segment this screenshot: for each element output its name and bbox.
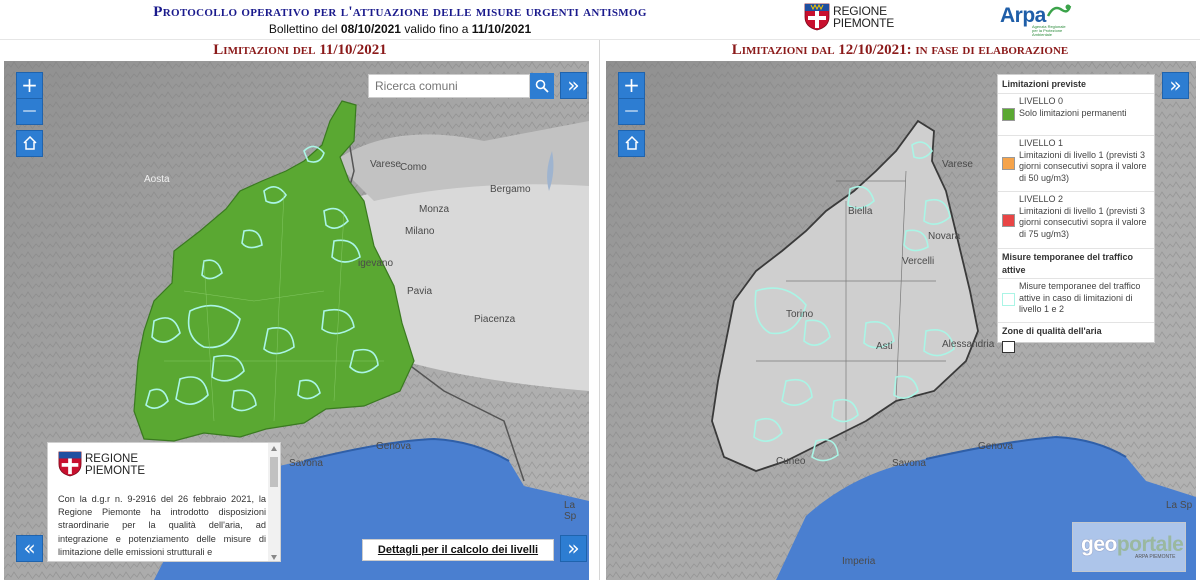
regione-piemonte-logo[interactable]: REGIONE PIEMONTE — [804, 2, 900, 34]
arpa-logo[interactable]: Arpa Agenzia Regionale per la Protezione… — [998, 2, 1078, 37]
info-logo-line2: PIEMONTE — [85, 465, 146, 477]
place-genova: Genova — [978, 441, 1014, 452]
bulletin-valid-until: 11/10/2021 — [471, 22, 532, 36]
place-como: Como — [400, 162, 427, 173]
scroll-down-arrow-icon[interactable] — [271, 555, 277, 560]
geoportale-sub: ARPA PIEMONTE — [1135, 554, 1176, 560]
info-scrollbar[interactable] — [268, 443, 280, 561]
info-popup: REGIONE PIEMONTE Con la d.g.r n. 9-2916 … — [47, 442, 281, 562]
legend-row-temp-heading: Misure temporanee del traffico attive — [998, 248, 1154, 278]
bulletin-line: Bollettino del 08/10/2021 valido fino a … — [0, 22, 800, 36]
legend-level0-desc: Solo limitazioni permanenti — [1019, 107, 1127, 118]
zoom-in-button[interactable]: + — [16, 72, 43, 99]
place-vercelli: Vercelli — [902, 256, 935, 267]
zoom-in-button[interactable]: + — [618, 72, 645, 99]
expand-details-button[interactable]: » — [560, 535, 587, 562]
left-panel-title: Limitazioni del 11/10/2021 — [213, 42, 387, 58]
place-varese: Varese — [370, 159, 401, 170]
page-title: Protocollo operativo per l'attuazione de… — [153, 4, 647, 20]
collapse-panel-button[interactable]: « — [16, 535, 43, 562]
bulletin-mid: valido fino a — [404, 22, 469, 36]
place-cuneo: Cuneo — [776, 456, 806, 467]
place-pavia: Pavia — [407, 286, 433, 297]
piemonte-shield-icon — [804, 3, 830, 31]
arpa-logo-sub: Agenzia Regionale per la Protezione Ambi… — [1032, 24, 1066, 37]
legend-temp-desc: Misure temporanee del traffico attive in… — [1019, 281, 1141, 314]
legend-swatch-level1 — [1002, 157, 1015, 170]
legend-level1-desc: Limitazioni di livello 1 (previsti 3 gio… — [1019, 149, 1147, 183]
place-bergamo: Bergamo — [490, 184, 531, 195]
place-varese: Varese — [942, 159, 973, 170]
left-map[interactable]: Varese Como Bergamo Aosta Monza Milano i… — [4, 61, 589, 580]
place-biella: Biella — [848, 206, 873, 217]
home-button[interactable] — [16, 130, 43, 157]
geoportale-word-a: geo — [1081, 533, 1117, 556]
map-legend: Limitazioni previste LIVELLO 0 Solo limi… — [997, 74, 1155, 353]
legend-row-level2: LIVELLO 2 Limitazioni di livello 1 (prev… — [998, 191, 1154, 248]
legend-heading-temp: Misure temporanee del traffico attive — [1002, 252, 1134, 275]
zoom-out-button[interactable]: — — [16, 98, 43, 125]
place-imperia: Imperia — [842, 556, 876, 567]
piemonte-shield-icon — [58, 451, 82, 477]
place-piacenza: Piacenza — [474, 314, 516, 325]
place-torino: Torino — [786, 309, 814, 320]
legend-level2-title: LIVELLO 2 — [1019, 194, 1064, 204]
legend-level2-desc: Limitazioni di livello 1 (previsti 3 gio… — [1019, 205, 1147, 239]
arpa-swirl-icon — [1046, 4, 1072, 17]
legend-row-level0: LIVELLO 0 Solo limitazioni permanenti — [998, 93, 1154, 135]
place-genova: Genova — [376, 441, 412, 452]
place-savona: Savona — [892, 458, 926, 469]
place-vigevano: igevano — [358, 258, 394, 269]
details-link[interactable]: Dettagli per il calcolo dei livelli — [362, 539, 554, 561]
right-panel-title: Limitazioni dal 12/10/2021: in fase di e… — [731, 42, 1069, 58]
info-logo-line1: REGIONE — [85, 453, 139, 465]
bulletin-date: 08/10/2021 — [340, 22, 401, 36]
place-alessandria: Alessandria — [942, 339, 995, 350]
legend-level0-title: LIVELLO 0 — [1019, 96, 1064, 106]
legend-row-level1: LIVELLO 1 Limitazioni di livello 1 (prev… — [998, 135, 1154, 191]
expand-panel-button[interactable]: » — [560, 72, 587, 99]
place-aosta: Aosta — [144, 174, 170, 185]
search-icon — [535, 79, 549, 93]
place-savona: Savona — [289, 458, 323, 469]
legend-swatch-level2 — [1002, 214, 1015, 227]
place-novara: Novara — [928, 231, 961, 242]
legend-level1-title: LIVELLO 1 — [1019, 138, 1064, 148]
place-monza: Monza — [419, 204, 450, 215]
panel-divider — [599, 40, 600, 580]
header-divider — [0, 39, 1200, 40]
legend-heading-zones: Zone di qualità dell'aria — [1002, 326, 1102, 336]
home-icon — [23, 136, 37, 150]
info-popup-text: Con la d.g.r n. 9-2916 del 26 febbraio 2… — [58, 494, 266, 557]
right-map[interactable]: Varese Biella Novara Vercelli Torino Ast… — [606, 61, 1196, 580]
geoportale-logo[interactable]: geoportale ARPA PIEMONTE — [1072, 522, 1186, 572]
search-button[interactable] — [530, 73, 554, 99]
place-asti: Asti — [876, 341, 893, 352]
scroll-up-arrow-icon[interactable] — [271, 446, 277, 451]
geoportale-word-b: portale — [1116, 533, 1184, 556]
home-button[interactable] — [618, 130, 645, 157]
regione-logo-line2: PIEMONTE — [833, 16, 895, 30]
legend-row-zones: Zone di qualità dell'aria — [998, 322, 1154, 342]
home-icon — [625, 136, 639, 150]
place-lasp: La Sp — [1166, 500, 1193, 511]
place-lasp: La Sp — [564, 500, 577, 522]
legend-swatch-temp — [1002, 293, 1015, 306]
search-input[interactable] — [368, 74, 530, 98]
legend-swatch-level0 — [1002, 108, 1015, 121]
expand-panel-button[interactable]: » — [1162, 72, 1189, 99]
scroll-thumb[interactable] — [270, 457, 278, 487]
place-milano: Milano — [405, 226, 435, 237]
zoom-out-button[interactable]: — — [618, 98, 645, 125]
legend-swatch-zones — [1002, 341, 1015, 353]
page-header: Protocollo operativo per l'attuazione de… — [0, 0, 1200, 40]
bulletin-prefix: Bollettino del — [268, 22, 338, 36]
legend-row-temp: Misure temporanee del traffico attive in… — [998, 278, 1154, 322]
legend-heading-limits: Limitazioni previste — [1002, 79, 1087, 89]
